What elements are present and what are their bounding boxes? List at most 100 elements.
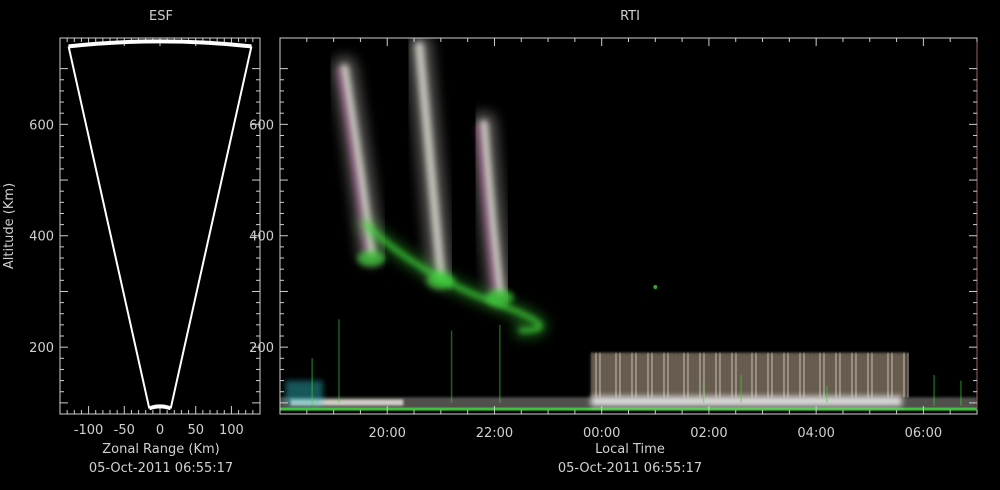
rti-night-band-stripe — [730, 352, 733, 398]
rti-night-band-stripe — [746, 352, 749, 398]
rti-night-band-stripe — [838, 352, 841, 398]
rti-night-band-stripe — [786, 352, 789, 398]
esf-y-tick-label: 200 — [29, 341, 54, 356]
rti-night-band-stripe — [594, 352, 597, 398]
rti-night-band-stripe — [886, 352, 889, 398]
rti-night-band-stripe — [794, 352, 797, 398]
rti-title: RTI — [620, 9, 640, 24]
esf-x-axis-label: Zonal Range (Km) — [102, 442, 219, 457]
rti-night-band-stripe — [706, 352, 709, 398]
esf-timestamp: 05-Oct-2011 06:55:17 — [89, 461, 233, 476]
esf-title: ESF — [149, 9, 173, 24]
rti-night-band-stripe — [814, 352, 817, 398]
rti-night-band-stripe — [734, 352, 737, 398]
rti-night-band-stripe — [694, 352, 697, 398]
esf-fan-left-edge — [67, 46, 151, 409]
rti-night-band-stripe — [614, 352, 617, 398]
rti-y-tick-label: 400 — [249, 230, 274, 245]
esf-y-tick-label: 600 — [29, 118, 54, 133]
rti-x-tick-label: 20:00 — [368, 426, 405, 441]
rti-night-band-stripe — [870, 352, 873, 398]
rti-night-band-stripe — [718, 352, 721, 398]
rti-night-band-stripe — [894, 352, 897, 398]
rti-echo-speck — [653, 284, 658, 289]
rti-night-band-stripe — [790, 352, 793, 398]
rti-plume-glow — [357, 216, 549, 339]
rti-night-band-stripe — [802, 352, 805, 398]
rti-night-band-stripe — [650, 352, 653, 398]
esf-y-axis-label: Altitude (Km) — [2, 183, 17, 269]
rti-night-band-stripe — [674, 352, 677, 398]
rti-night-band-stripe — [698, 352, 701, 398]
rti-night-band-stripe — [778, 352, 781, 398]
rti-night-band-stripe — [602, 352, 605, 398]
rti-night-band-stripe — [750, 352, 753, 398]
rti-night-band-stripe — [606, 352, 609, 398]
rti-night-band-stripe — [630, 352, 633, 398]
rti-night-band-stripe — [710, 352, 713, 398]
rti-night-band-stripe — [890, 352, 893, 398]
rti-y-tick-label: 600 — [249, 118, 274, 133]
esf-fan-bottom-arc — [148, 404, 172, 411]
esf-y-ticks: 200 400 600 — [29, 68, 260, 404]
rti-night-band-stripe — [682, 352, 685, 398]
rti-early-cyan-echo — [285, 380, 323, 406]
rti-x-tick-label: 02:00 — [690, 426, 727, 441]
rti-night-band-stripe — [906, 352, 909, 398]
rti-timestamp: 05-Oct-2011 06:55:17 — [558, 461, 702, 476]
rti-night-band-stripe — [874, 352, 877, 398]
esf-x-tick-label: 50 — [187, 423, 204, 438]
rti-night-band-stripe — [598, 352, 601, 398]
rti-x-tick-label: 04:00 — [797, 426, 834, 441]
rti-night-band-stripe — [686, 352, 689, 398]
rti-night-band-stripe — [654, 352, 657, 398]
rti-night-band-stripe — [858, 352, 861, 398]
rti-night-band-stripe — [770, 352, 773, 398]
rti-echo-image — [280, 38, 977, 411]
rti-night-band-stripe — [722, 352, 725, 398]
rti-night-band-stripe — [810, 352, 813, 398]
rti-night-band-stripe — [742, 352, 745, 398]
rti-night-band-stripe — [834, 352, 837, 398]
rti-night-band-stripe — [610, 352, 613, 398]
rti-night-band-stripe — [690, 352, 693, 398]
rti-night-band-stripe — [866, 352, 869, 398]
esf-x-ticks: -100 -50 0 50 100 — [66, 38, 254, 438]
rti-night-band-stripe — [758, 352, 761, 398]
rti-x-tick-label: 00:00 — [583, 426, 620, 441]
rti-x-tick-label: 06:00 — [905, 426, 942, 441]
esf-x-tick-label: -50 — [114, 423, 135, 438]
rti-night-band-stripe — [774, 352, 777, 398]
rti-night-band-stripe — [854, 352, 857, 398]
esf-beam-fan — [67, 39, 253, 411]
rti-night-band-stripe — [618, 352, 621, 398]
rti-night-band-stripe — [818, 352, 821, 398]
rti-night-band-stripe — [590, 352, 593, 398]
rti-night-band-stripe — [846, 352, 849, 398]
rti-night-band-stripe — [822, 352, 825, 398]
rti-bottom-bright-night — [590, 396, 902, 407]
rti-night-band-stripe — [830, 352, 833, 398]
esf-panel: ESF 200 400 600 -100 -50 0 50 100 Altitude (Km… — [2, 9, 261, 476]
esf-x-tick-label: -100 — [74, 423, 104, 438]
rti-night-band-stripe — [646, 352, 649, 398]
rti-night-band-stripe — [714, 352, 717, 398]
esf-x-tick-label: 100 — [219, 423, 244, 438]
rti-night-band-stripe — [634, 352, 637, 398]
rti-y-tick-label: 200 — [249, 341, 274, 356]
rti-night-band-stripe — [658, 352, 661, 398]
esf-x-tick-label: 0 — [156, 423, 164, 438]
rti-night-band-stripe — [878, 352, 881, 398]
rti-night-band-stripe — [726, 352, 729, 398]
rti-night-band-stripe — [670, 352, 673, 398]
rti-night-band-stripe — [842, 352, 845, 398]
rti-night-band-stripe — [762, 352, 765, 398]
rti-night-band-stripe — [642, 352, 645, 398]
rti-plume-green-base — [357, 250, 386, 267]
rti-night-band-stripe — [806, 352, 809, 398]
esf-fan-right-edge — [169, 46, 253, 409]
rti-night-band-stripe — [902, 352, 905, 398]
rti-night-band-stripe — [754, 352, 757, 398]
rti-panel: RTI 200 400 600 20:00 22:00 00:00 02:00 04:00 0… — [249, 9, 978, 476]
rti-night-band-stripe — [882, 352, 885, 398]
